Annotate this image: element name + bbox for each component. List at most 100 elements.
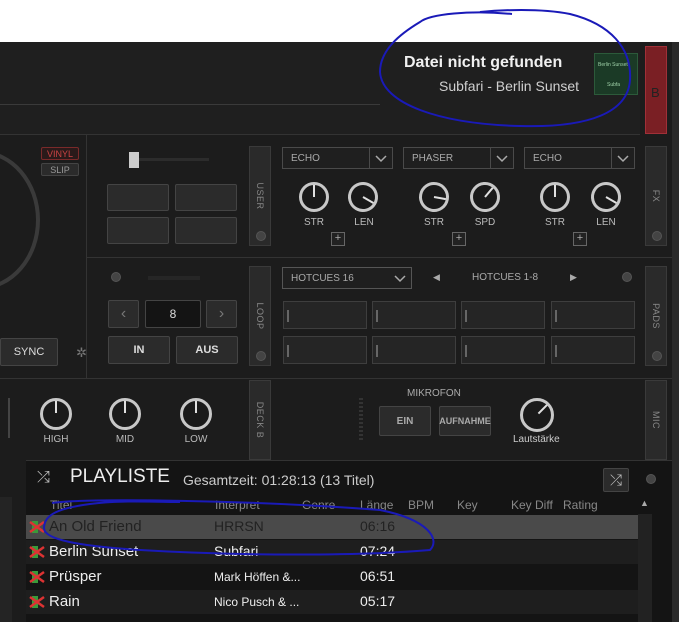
col-title[interactable]: Titel (50, 498, 72, 512)
eq-low-label: LOW (184, 434, 208, 445)
loop-next-button[interactable]: › (206, 300, 237, 328)
user-indicator (256, 231, 266, 241)
col-key[interactable]: Key (457, 498, 478, 512)
user-button-3[interactable] (107, 217, 169, 244)
pad-2[interactable] (372, 301, 456, 329)
fx3-select[interactable]: ECHO (524, 147, 635, 169)
mic-volume-knob[interactable] (512, 390, 562, 440)
eq-low-knob[interactable] (180, 398, 212, 430)
fx1-select-value: ECHO (291, 153, 320, 164)
table-row[interactable]: Berlin Sunset Subfari 07:24 (26, 540, 638, 564)
row-artist: Mark Höffen &... (214, 570, 301, 584)
pad-7[interactable] (461, 336, 545, 364)
fx2-spd-knob[interactable] (463, 175, 507, 219)
pads-prev-page-icon[interactable]: ◀ (433, 272, 440, 283)
pad-8[interactable] (551, 336, 635, 364)
shuffle-toggle-button[interactable]: ⤮ (603, 468, 629, 492)
playlist-indicator (646, 474, 656, 484)
chevron-down-icon (369, 148, 392, 168)
mic-on-button[interactable]: EIN (379, 406, 431, 436)
fx2-str-knob[interactable] (416, 179, 452, 215)
user-button-1[interactable] (107, 184, 169, 211)
row-artist: Nico Pusch & ... (214, 595, 300, 609)
header-divider (0, 104, 380, 105)
fx1-str-knob[interactable] (299, 182, 329, 212)
pads-mode-value: HOTCUES 16 (291, 273, 354, 284)
loop-prev-button[interactable]: ‹ (108, 300, 139, 328)
deck-b-tab-label: DECK B (255, 401, 265, 439)
user-slider-handle[interactable] (129, 152, 139, 168)
deck-b-tab[interactable]: DECK B (249, 380, 271, 460)
col-key-diff[interactable]: Key Diff (511, 498, 553, 512)
fx3-add-button[interactable]: + (573, 232, 587, 246)
sync-button[interactable]: SYNC (0, 338, 58, 366)
table-row[interactable]: Prüsper Mark Höffen &... 06:51 (26, 565, 638, 589)
scroll-up-icon[interactable]: ▲ (640, 498, 649, 508)
col-rating[interactable]: Rating (563, 498, 598, 512)
pad-3[interactable] (461, 301, 545, 329)
col-length[interactable]: Länge (360, 498, 393, 512)
loop-tab-indicator (256, 351, 266, 361)
loop-out-button[interactable]: AUS (176, 336, 238, 364)
eq-mid-knob[interactable] (109, 398, 141, 430)
fx2-select[interactable]: PHASER (403, 147, 514, 169)
user-button-4[interactable] (175, 217, 237, 244)
eq-mid-label: MID (115, 434, 135, 445)
jog-wheel[interactable] (0, 150, 40, 290)
loop-tab-label: LOOP (255, 302, 265, 330)
mic-record-button[interactable]: AUFNAHME (439, 406, 491, 436)
col-genre[interactable]: Genre (302, 498, 335, 512)
pads-tab-label: PADS (651, 303, 661, 329)
table-row[interactable]: Rain Nico Pusch & ... 05:17 (26, 590, 638, 614)
fx2-spd-label: SPD (474, 217, 496, 228)
thumb-text-1: Berlin Sunset (598, 62, 628, 68)
table-row[interactable]: An Old Friend HRRSN 06:16 (26, 515, 638, 539)
mic-title: MIKROFON (407, 388, 461, 399)
track-thumbnail: Berlin Sunset Subfa (594, 53, 638, 95)
pad-4[interactable] (551, 301, 635, 329)
eq-left-edge (8, 398, 10, 438)
playlist-title: PLAYLISTE (70, 466, 170, 487)
mic-level-meter (359, 398, 363, 442)
fx2-add-button[interactable]: + (452, 232, 466, 246)
fx3-len-knob[interactable] (585, 176, 627, 218)
mic-tab[interactable]: MIC (645, 380, 667, 460)
loop-in-button[interactable]: IN (108, 336, 170, 364)
vinyl-button[interactable]: VINYL (41, 147, 79, 160)
right-scrollbar-track[interactable] (638, 514, 652, 622)
row-title: An Old Friend (49, 518, 142, 535)
fx1-len-label: LEN (354, 217, 374, 228)
row-artist: HRRSN (214, 518, 264, 534)
user-button-2[interactable] (175, 184, 237, 211)
fx1-len-knob[interactable] (342, 176, 384, 218)
left-scrollbar-track[interactable] (0, 497, 12, 622)
row-length: 06:16 (360, 518, 396, 534)
window-edge (672, 42, 679, 622)
pad-6[interactable] (372, 336, 456, 364)
col-bpm[interactable]: BPM (408, 498, 434, 512)
row-title: Rain (49, 593, 80, 610)
shuffle-icon[interactable]: ⤮ (37, 469, 50, 487)
fx3-str-knob[interactable] (540, 182, 570, 212)
slip-button[interactable]: SLIP (41, 163, 79, 176)
fx1-str-label: STR (304, 217, 324, 228)
pads-mode-select[interactable]: HOTCUES 16 (282, 267, 412, 289)
thumb-text-2: Subfa (607, 82, 621, 88)
pad-1[interactable] (283, 301, 367, 329)
fx3-len-label: LEN (596, 217, 616, 228)
user-tab-label: USER (255, 182, 265, 210)
fx3-str-label: STR (545, 217, 565, 228)
fx1-select[interactable]: ECHO (282, 147, 393, 169)
eq-high-knob[interactable] (40, 398, 72, 430)
pad-5[interactable] (283, 336, 367, 364)
missing-file-icon (29, 594, 45, 610)
col-artist[interactable]: Interpret (215, 498, 260, 512)
pads-indicator (622, 272, 632, 282)
pads-next-page-icon[interactable]: ▶ (570, 272, 577, 283)
chevron-down-icon (490, 148, 513, 168)
loop-indicator (111, 272, 121, 282)
table-row-partial[interactable] (26, 615, 638, 622)
row-length: 06:51 (360, 568, 396, 584)
fx1-add-button[interactable]: + (331, 232, 345, 246)
deck-b-indicator[interactable]: B (645, 46, 667, 134)
